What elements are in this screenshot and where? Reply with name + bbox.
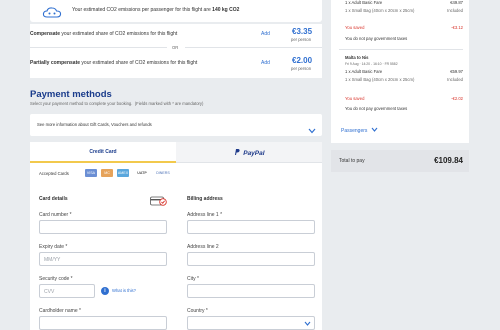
gift-info-text: See more information about Gift Cards, V… (37, 122, 152, 127)
route2-fare-price: €59.97 (450, 69, 463, 74)
total-value: €109.84 (434, 156, 463, 165)
top-tax-note: You do not pay government taxes (345, 36, 408, 41)
co2-banner-text: Your estimated CO2 emissions per passeng… (72, 7, 240, 13)
partial-compensate-text: Partially compensate your estimated shar… (30, 60, 198, 66)
passengers-toggle[interactable]: Passengers (341, 127, 378, 135)
route2-tax-note: You do not pay government taxes (345, 106, 408, 111)
city-input[interactable] (187, 284, 315, 298)
country-label: Country * (187, 308, 208, 314)
compensate-add-link[interactable]: Add (261, 31, 270, 38)
compensate-per: per person (291, 37, 312, 42)
uatp-logo: UATP (134, 169, 150, 177)
total-label: Total to pay (339, 158, 365, 164)
top-saved-amount: -€3.12 (451, 25, 463, 30)
top-bag-line: 1 x Small Bag (40cm x 20cm x 25cm) (345, 8, 415, 13)
or-separator: OR (172, 45, 179, 50)
tab-credit-card-label: Credit Card (89, 149, 117, 155)
booking-summary: 1 x Adult Basic Fare €49.87 1 x Small Ba… (331, 0, 469, 143)
tab-credit-card[interactable]: Credit Card (30, 142, 176, 163)
compensate-price: €3.35 (292, 27, 313, 36)
card-details-heading: Card details (39, 196, 68, 202)
amex-logo: AMEX (117, 169, 129, 177)
mastercard-logo: MC (101, 169, 113, 177)
billing-address-heading: Billing address (187, 196, 223, 202)
diners-logo: DINERS (155, 169, 171, 177)
route2-saved-amount: -€2.02 (451, 96, 463, 101)
top-bag-price: Included (447, 8, 463, 13)
info-icon[interactable]: i (101, 287, 109, 295)
cvv-label: Security code * (39, 276, 73, 282)
country-select[interactable] (187, 316, 315, 330)
co2-options: Compensate your estimated share of CO2 e… (30, 24, 322, 78)
route-date: Fri 9 Aug · 14:20 - 16:10 · FR 5582 (345, 62, 398, 66)
payment-title: Payment methods (30, 89, 112, 100)
address-line-2-input[interactable] (187, 252, 315, 266)
chevron-down-icon (304, 321, 311, 328)
accepted-cards-label: Accepted Cards (39, 171, 69, 176)
route-title: Malta to Nis (345, 55, 369, 60)
summary-divider (339, 49, 463, 50)
co2-banner: Your estimated CO2 emissions per passeng… (30, 0, 322, 22)
cardholder-label: Cardholder name * (39, 308, 81, 314)
chevron-down-icon[interactable] (308, 121, 316, 139)
payment-subtitle: Select your payment method to complete y… (30, 101, 204, 106)
divider-right (185, 47, 322, 48)
card-number-input[interactable] (39, 220, 167, 234)
cloud-icon (42, 5, 62, 18)
visa-logo: VISA (85, 169, 97, 177)
address-line-1-input[interactable] (187, 220, 315, 234)
partial-price: €2.00 (292, 56, 313, 65)
city-label: City * (187, 276, 199, 282)
expiry-input[interactable]: MM/YY (39, 252, 167, 266)
cvv-input[interactable]: CVV (39, 284, 95, 298)
card-number-label: Card number * (39, 212, 72, 218)
route2-bag-line: 1 x Small Bag (40cm x 20cm x 25cm) (345, 77, 415, 82)
divider-left (30, 47, 167, 48)
address-line-1-label: Address line 1 * (187, 212, 223, 218)
address-line-2-label: Address line 2 (187, 244, 219, 250)
expiry-label: Expiry date * (39, 244, 68, 250)
cardholder-input[interactable] (39, 316, 167, 330)
tab-paypal[interactable]: PayPal (176, 142, 322, 163)
top-saved-label: You saved (345, 25, 365, 30)
partial-add-link[interactable]: Add (261, 60, 270, 67)
secure-card-icon (150, 193, 167, 211)
route2-bag-price: Included (447, 77, 463, 82)
route2-saved-label: You saved (345, 96, 365, 101)
top-fare-price: €49.87 (450, 0, 463, 5)
paypal-logo: PayPal (176, 148, 322, 157)
partial-per: per person (291, 66, 312, 71)
top-fare-line: 1 x Adult Basic Fare (345, 0, 383, 5)
gift-info-accordion[interactable]: See more information about Gift Cards, V… (30, 114, 322, 136)
whats-this-link[interactable]: What is this? (112, 288, 136, 293)
chevron-down-icon (371, 127, 378, 132)
payment-panel: Credit Card PayPal Accepted Cards VISA M… (30, 142, 322, 330)
route2-fare-line: 1 x Adult Basic Fare (345, 69, 383, 74)
total-bar: Total to pay €109.84 (331, 150, 469, 172)
compensate-text: Compensate your estimated share of CO2 e… (30, 31, 178, 37)
